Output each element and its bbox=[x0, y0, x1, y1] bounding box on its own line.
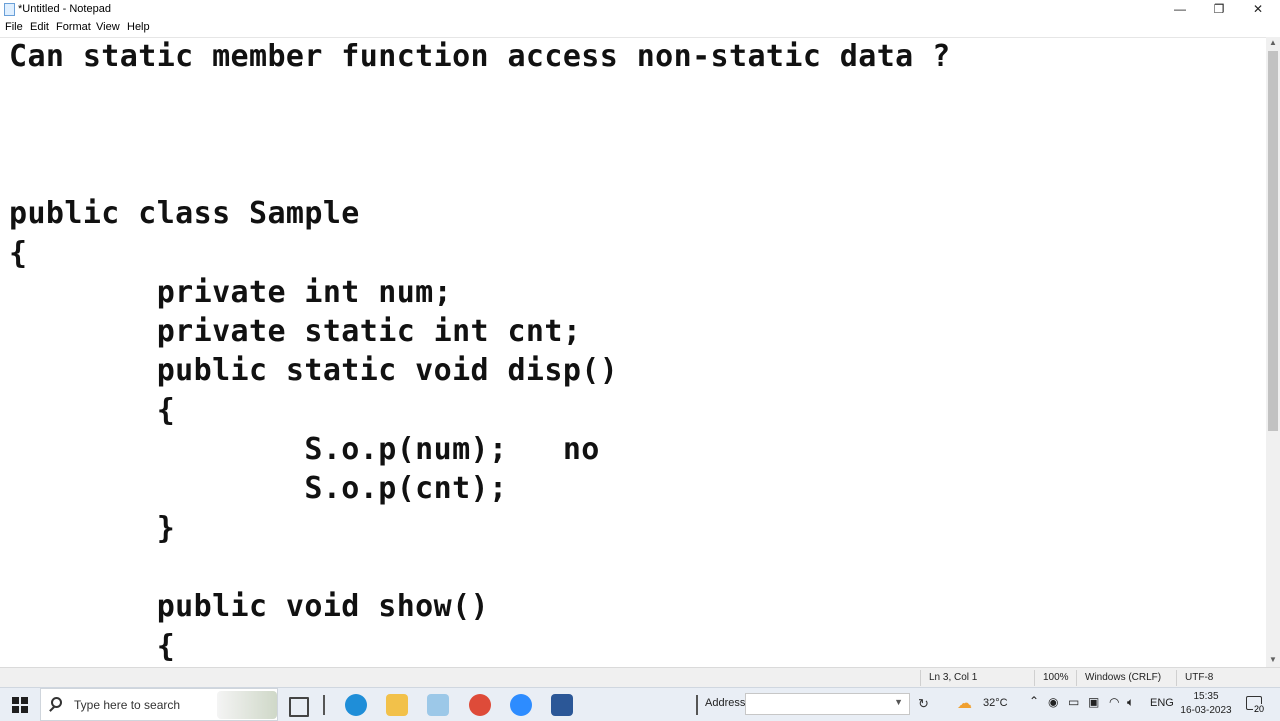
volume-icon[interactable]: 🔈︎ bbox=[1127, 695, 1134, 710]
file-explorer-icon[interactable] bbox=[386, 694, 408, 716]
encoding: UTF-8 bbox=[1185, 672, 1214, 683]
taskbar: Type here to search Address ▼ ↻ ☁ 32°C ⌃… bbox=[0, 687, 1280, 721]
edge-icon[interactable] bbox=[345, 694, 367, 716]
scroll-down-icon[interactable]: ▼ bbox=[1266, 654, 1280, 666]
chrome-icon[interactable] bbox=[469, 694, 491, 716]
toolbar-grip bbox=[696, 695, 698, 715]
record-icon[interactable]: ◉ bbox=[1048, 695, 1058, 709]
search-highlight-image bbox=[217, 691, 277, 719]
menu-help[interactable]: Help bbox=[127, 21, 150, 33]
menu-edit[interactable]: Edit bbox=[30, 21, 49, 33]
notepad-icon bbox=[4, 3, 15, 16]
document-line: } bbox=[9, 511, 176, 546]
address-input[interactable]: ▼ bbox=[745, 693, 910, 715]
status-divider bbox=[1176, 670, 1177, 686]
clock-time: 15:35 bbox=[1193, 691, 1219, 702]
status-divider bbox=[1034, 670, 1035, 686]
document-line: { bbox=[9, 629, 176, 664]
document-line: private static int cnt; bbox=[9, 314, 582, 349]
scrollbar-thumb[interactable] bbox=[1268, 51, 1278, 431]
document-line: public void show() bbox=[9, 589, 489, 624]
search-placeholder: Type here to search bbox=[74, 698, 181, 712]
document-line: public static void disp() bbox=[9, 353, 619, 388]
document-line: public class Sample bbox=[9, 196, 360, 231]
document-line: Can static member function access non-st… bbox=[9, 39, 951, 74]
document-line: { bbox=[9, 393, 176, 428]
zoom-icon[interactable] bbox=[510, 694, 532, 716]
zoom-level: 100% bbox=[1043, 672, 1069, 683]
wifi-icon[interactable]: ◠ bbox=[1109, 695, 1119, 709]
close-button[interactable]: ✕ bbox=[1238, 0, 1278, 19]
input-language[interactable]: ENG bbox=[1150, 697, 1174, 709]
scroll-up-icon[interactable]: ▲ bbox=[1266, 37, 1280, 49]
line-ending: Windows (CRLF) bbox=[1085, 672, 1162, 683]
battery-icon[interactable]: ▭ bbox=[1068, 695, 1079, 709]
tray-expand-icon[interactable]: ⌃ bbox=[1029, 694, 1039, 708]
clock-date: 16-03-2023 bbox=[1180, 705, 1232, 716]
chevron-down-icon[interactable]: ▼ bbox=[894, 697, 903, 707]
status-divider bbox=[920, 670, 921, 686]
vertical-scrollbar[interactable]: ▲ ▼ bbox=[1266, 37, 1280, 667]
menu-bar: File Edit Format View Help bbox=[0, 19, 1280, 37]
refresh-icon[interactable]: ↻ bbox=[918, 696, 929, 712]
notepad-taskbar-icon[interactable] bbox=[427, 694, 449, 716]
window-title: *Untitled - Notepad bbox=[18, 3, 111, 15]
search-icon bbox=[51, 697, 62, 708]
status-divider bbox=[1076, 670, 1077, 686]
document-line: { bbox=[9, 236, 28, 271]
document-line: S.o.p(num); no bbox=[9, 432, 600, 467]
windows-start-icon[interactable] bbox=[12, 697, 28, 713]
text-editor[interactable]: Can static member function access non-st… bbox=[0, 37, 1266, 668]
task-view-icon[interactable] bbox=[289, 697, 309, 717]
system-clock[interactable]: 15:35 16-03-2023 bbox=[1180, 690, 1232, 718]
menu-view[interactable]: View bbox=[96, 21, 120, 33]
weather-temperature[interactable]: 32°C bbox=[983, 697, 1008, 709]
meet-now-icon[interactable]: ▣ bbox=[1088, 695, 1099, 709]
menu-format[interactable]: Format bbox=[56, 21, 91, 33]
notification-count: 20 bbox=[1253, 704, 1266, 714]
weather-icon: ☁ bbox=[957, 695, 972, 712]
title-bar: *Untitled - Notepad — ❐ ✕ bbox=[0, 0, 1280, 19]
cursor-position: Ln 3, Col 1 bbox=[929, 672, 978, 683]
maximize-button[interactable]: ❐ bbox=[1199, 0, 1239, 19]
document-line: S.o.p(cnt); bbox=[9, 471, 508, 506]
taskbar-search[interactable]: Type here to search bbox=[40, 688, 278, 721]
status-bar: Ln 3, Col 1 100% Windows (CRLF) UTF-8 bbox=[0, 667, 1280, 688]
taskbar-divider bbox=[323, 695, 325, 715]
document-line: private int num; bbox=[9, 275, 453, 310]
minimize-button[interactable]: — bbox=[1160, 0, 1200, 19]
menu-file[interactable]: File bbox=[5, 21, 23, 33]
address-label: Address bbox=[705, 697, 746, 709]
word-icon[interactable] bbox=[551, 694, 573, 716]
